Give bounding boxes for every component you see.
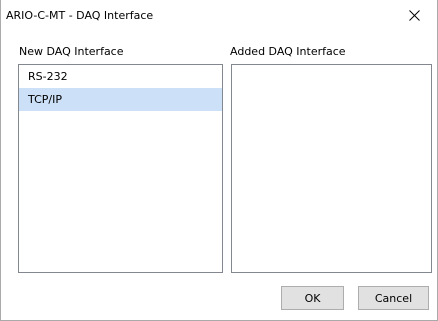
added-daq-interface-list[interactable] xyxy=(231,64,432,273)
added-daq-interface-label: Added DAQ Interface xyxy=(230,45,346,58)
list-item-tcpip[interactable]: TCP/IP xyxy=(19,88,222,111)
window-title: ARIO-C-MT - DAQ Interface xyxy=(6,9,154,22)
new-daq-interface-list[interactable]: RS-232 TCP/IP xyxy=(18,64,223,273)
ok-button[interactable]: OK xyxy=(281,286,344,310)
cancel-button[interactable]: Cancel xyxy=(358,286,429,310)
close-icon xyxy=(408,10,420,21)
new-daq-interface-label: New DAQ Interface xyxy=(19,45,124,58)
dialog-window: ARIO-C-MT - DAQ Interface New DAQ Interf… xyxy=(0,0,438,321)
title-bar[interactable]: ARIO-C-MT - DAQ Interface xyxy=(1,0,437,31)
list-item-rs232[interactable]: RS-232 xyxy=(19,65,222,88)
close-button[interactable] xyxy=(391,0,437,31)
